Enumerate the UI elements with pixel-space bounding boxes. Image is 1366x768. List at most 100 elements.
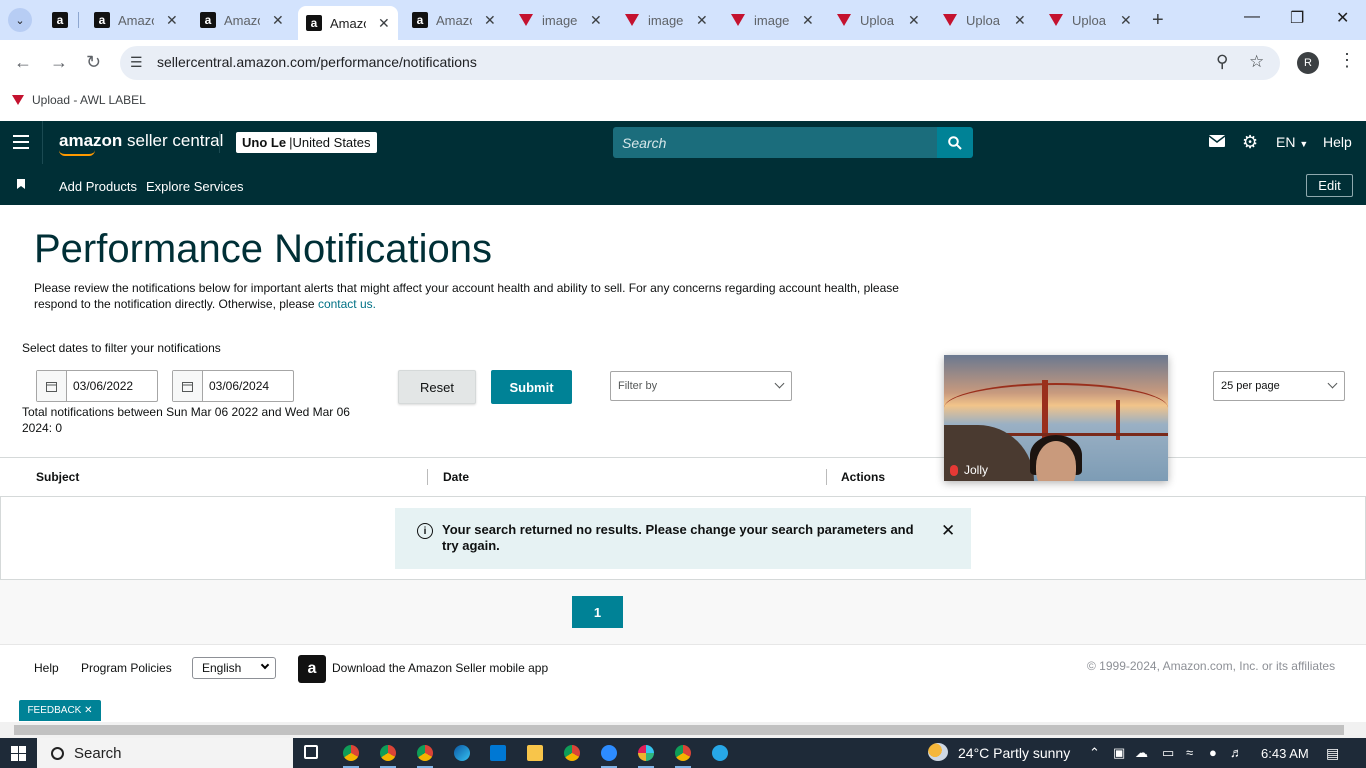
help-link[interactable]: Help	[1323, 134, 1352, 150]
menu-icon[interactable]	[13, 135, 29, 153]
tab-search-dropdown-icon[interactable]: ⌄	[8, 8, 32, 32]
language-selector[interactable]: EN ▼	[1276, 134, 1308, 150]
microphone-icon[interactable]: ●	[1209, 745, 1217, 760]
chrome-icon[interactable]	[675, 745, 691, 768]
amazon-app-icon[interactable]: a	[298, 655, 326, 683]
forward-icon[interactable]: →	[50, 52, 68, 73]
close-window-icon[interactable]: ✕	[1336, 8, 1349, 28]
close-icon[interactable]: ✕	[941, 521, 955, 541]
header-search-input[interactable]: Search	[613, 127, 937, 158]
page-button[interactable]: 1	[572, 596, 623, 628]
clock-time[interactable]: 6:43 AM	[1261, 746, 1309, 761]
edit-button[interactable]: Edit	[1306, 174, 1353, 197]
messages-icon[interactable]	[1208, 134, 1226, 150]
close-tab-icon[interactable]: ✕	[272, 12, 284, 29]
column-date[interactable]: Date	[443, 470, 469, 484]
bookmark-star-icon[interactable]: ☆	[1249, 52, 1264, 72]
notifications-icon[interactable]: ▤	[1326, 745, 1339, 762]
meet-now-icon[interactable]: ▣	[1113, 745, 1125, 761]
zoom-icon[interactable]: ⚲	[1216, 52, 1228, 72]
scrollbar-thumb[interactable]	[14, 725, 1344, 735]
chrome-icon[interactable]	[417, 745, 433, 768]
profile-avatar[interactable]: R	[1297, 52, 1319, 74]
browser-tab[interactable]: image ✕	[722, 6, 814, 34]
settings-gear-icon[interactable]: ⚙	[1242, 132, 1258, 153]
browser-tab[interactable]: image ✕	[616, 6, 708, 34]
submit-button[interactable]: Submit	[491, 370, 572, 404]
footer-help-link[interactable]: Help	[34, 661, 59, 675]
file-explorer-icon[interactable]	[527, 745, 543, 761]
weather-icon[interactable]	[928, 743, 948, 761]
account-switcher[interactable]: Uno Le | United States	[236, 132, 377, 153]
onedrive-cloud-icon[interactable]: ☁	[1135, 745, 1148, 761]
end-date-value[interactable]: 03/06/2024	[203, 371, 275, 401]
close-tab-icon[interactable]: ✕	[1120, 12, 1132, 29]
browser-tab-active[interactable]: a Amazo ✕	[298, 6, 398, 40]
minimize-icon[interactable]: —	[1244, 8, 1260, 26]
per-page-select[interactable]: 25 per page	[1213, 371, 1345, 401]
nav-add-products[interactable]: Add Products	[59, 179, 137, 194]
edge-icon[interactable]	[454, 745, 470, 761]
download-app-link[interactable]: Download the Amazon Seller mobile app	[332, 661, 548, 675]
footer-language-select[interactable]: English	[192, 657, 276, 679]
address-bar[interactable]: ☰ sellercentral.amazon.com/performance/n…	[120, 46, 1280, 80]
chrome-icon[interactable]	[343, 745, 359, 768]
close-tab-icon[interactable]: ✕	[378, 15, 390, 32]
browser-tab[interactable]: Uploa ✕	[828, 6, 920, 34]
slack-icon[interactable]	[638, 745, 654, 768]
video-call-thumbnail[interactable]: Jolly	[944, 355, 1168, 481]
browser-tab[interactable]: Uploa ✕	[1040, 6, 1132, 34]
calendar-icon[interactable]	[173, 371, 203, 401]
new-tab-icon[interactable]: +	[1152, 9, 1164, 32]
seller-central-logo[interactable]: amazon seller central	[59, 131, 223, 156]
back-icon[interactable]: ←	[14, 52, 32, 73]
battery-icon[interactable]: ▭	[1162, 745, 1174, 761]
close-tab-icon[interactable]: ✕	[1014, 12, 1026, 29]
browser-tab[interactable]: a Amazo ✕	[192, 6, 284, 34]
chrome-icon[interactable]	[380, 745, 396, 768]
close-tab-icon[interactable]: ✕	[696, 12, 708, 29]
zoom-app-icon[interactable]	[601, 745, 617, 768]
close-tab-icon[interactable]: ✕	[802, 12, 814, 29]
horizontal-scrollbar[interactable]	[0, 722, 1366, 738]
chevron-up-icon[interactable]: ⌃	[1089, 745, 1100, 761]
contact-us-link[interactable]: contact us.	[318, 297, 376, 311]
store-icon[interactable]	[490, 745, 506, 761]
filter-by-select[interactable]: Filter by	[610, 371, 792, 401]
browser-menu-icon[interactable]: ⋮	[1338, 50, 1356, 71]
browser-tab[interactable]: a Amazo ✕	[86, 6, 178, 34]
feedback-button[interactable]: FEEDBACK ✕	[19, 700, 101, 721]
start-date-field[interactable]: 03/06/2022	[36, 370, 158, 402]
wifi-icon[interactable]: ≈	[1186, 745, 1193, 760]
bookmark-icon[interactable]	[17, 179, 25, 189]
browser-tab[interactable]: a	[44, 6, 76, 34]
search-button[interactable]	[937, 127, 973, 158]
windows-start-icon[interactable]	[11, 746, 26, 761]
footer-program-policies-link[interactable]: Program Policies	[81, 661, 172, 675]
chrome-icon[interactable]	[564, 745, 580, 761]
nav-explore-services[interactable]: Explore Services	[146, 179, 244, 194]
bookmark-upload-awl-label[interactable]: Upload - AWL LABEL	[12, 93, 146, 107]
browser-tab[interactable]: Uploa ✕	[934, 6, 1026, 34]
restore-icon[interactable]: ❐	[1290, 8, 1304, 28]
close-tab-icon[interactable]: ✕	[484, 12, 496, 29]
browser-tab[interactable]: image ✕	[510, 6, 602, 34]
url-text[interactable]: sellercentral.amazon.com/performance/not…	[157, 54, 477, 70]
weather-text[interactable]: 24°C Partly sunny	[958, 745, 1070, 761]
telegram-icon[interactable]	[712, 745, 728, 761]
column-subject[interactable]: Subject	[36, 470, 79, 484]
taskbar-search[interactable]: Search	[37, 738, 293, 768]
calendar-icon[interactable]	[37, 371, 67, 401]
close-tab-icon[interactable]: ✕	[908, 12, 920, 29]
volume-icon[interactable]: ♬	[1230, 745, 1243, 760]
task-view-icon[interactable]	[304, 745, 318, 759]
reload-icon[interactable]: ↻	[86, 52, 101, 73]
site-info-icon[interactable]: ☰	[130, 54, 143, 71]
reset-button[interactable]: Reset	[398, 370, 476, 404]
close-tab-icon[interactable]: ✕	[590, 12, 602, 29]
close-icon[interactable]: ✕	[84, 705, 92, 716]
end-date-field[interactable]: 03/06/2024	[172, 370, 294, 402]
close-tab-icon[interactable]: ✕	[166, 12, 178, 29]
browser-tab[interactable]: a Amazo ✕	[404, 6, 496, 34]
start-date-value[interactable]: 03/06/2022	[67, 371, 139, 401]
